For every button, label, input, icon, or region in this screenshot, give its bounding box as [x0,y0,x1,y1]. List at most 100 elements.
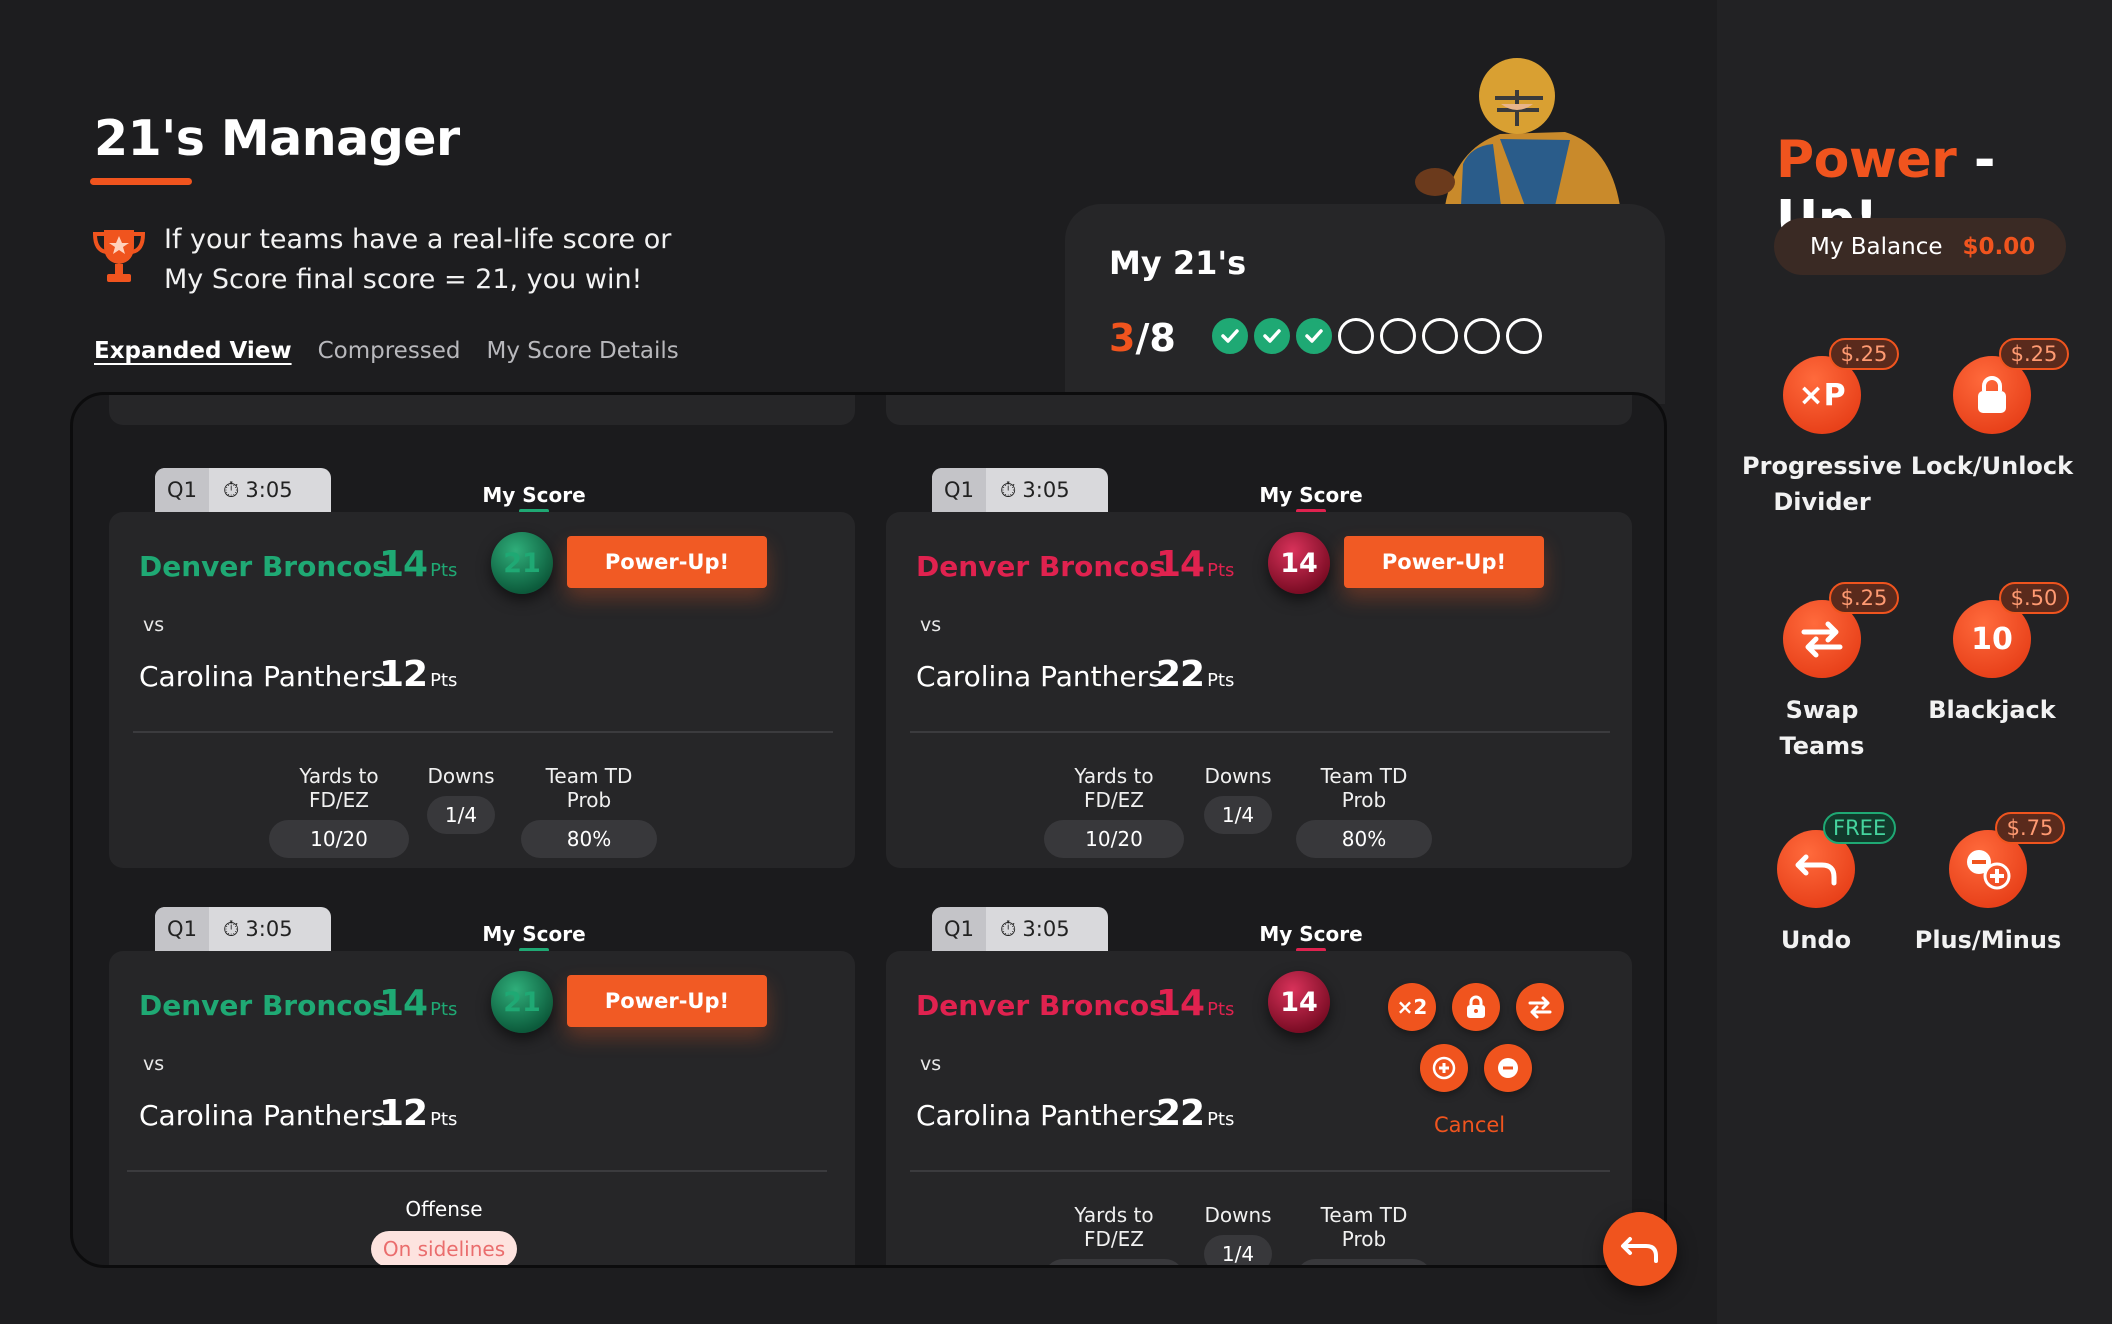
swap-icon [1528,996,1552,1019]
my-score-label: My Score [482,922,586,946]
stat-downs: Downs 1/4 [427,764,495,834]
powerup-undo[interactable]: FREE Undo [1726,812,1906,958]
team1-points: 14 Pts [1156,983,1235,1024]
vs-label: vs [920,1053,942,1075]
power-up-button[interactable]: Power-Up! [567,975,767,1027]
undo-floating-button[interactable] [1603,1212,1677,1286]
progress-dot-complete [1254,318,1290,354]
rules-line-2: My Score final score = 21, you win! [164,264,643,295]
team1-name: Denver Broncos [139,989,389,1022]
divider [910,1170,1610,1172]
swap-glyph [1801,621,1843,658]
check-icon [1221,329,1239,343]
quarter-tab: Q1 ⏱ 3:05 [932,907,1108,951]
my-score-ball: 21 [491,532,553,594]
quarter-label: Q1 [155,468,209,512]
stat-downs: Downs 1/4 [1204,764,1272,834]
vs-label: vs [143,614,165,636]
team2-name: Carolina Panthers [139,660,386,693]
progress-dot-empty [1380,318,1416,354]
stopwatch-icon: ⏱ [223,477,240,502]
page-title: 21's Manager [94,110,460,167]
plus-button[interactable] [1420,1044,1468,1092]
my-score-ball: 14 [1268,532,1330,594]
game-card-body: Denver Broncos 14 Pts 21 Power-Up! vs Car… [109,512,855,868]
quarter-label: Q1 [155,907,209,951]
football-player-illustration [1415,58,1620,206]
powerup-lock-unlock[interactable]: $.25 Lock/Unlock [1902,338,2082,484]
stat-td-prob: Team TD Prob80% [521,764,657,858]
blackjack-icon: 10 $.50 [1953,582,2069,678]
price-badge: $.25 [1829,582,1899,614]
game-card-body: Denver Broncos 14 Pts 14 ×2 Cancel vs Ca… [886,951,1632,1265]
team2-name: Carolina Panthers [916,1099,1163,1132]
game-clock: 3:05 [1022,917,1070,941]
team2-points: 12 Pts [379,654,458,695]
check-icon [1305,329,1323,343]
game-clock: 3:05 [1022,478,1070,502]
progress-dot-empty [1506,318,1542,354]
quarter-tab: Q1 ⏱ 3:05 [155,907,331,951]
game-card-body: Denver Broncos 14 Pts 14 Power-Up! vs Car… [886,512,1632,868]
powerup-progressive-divider[interactable]: ×P $.25 Progressive Divider [1732,338,1912,520]
price-badge: $.25 [1999,338,2069,370]
team2-points: 12 Pts [379,1093,458,1134]
team1-name: Denver Broncos [916,989,1166,1022]
team1-points: 14 Pts [379,544,458,585]
my21s-progress-dots [1212,318,1542,354]
powerup-swap-teams[interactable]: $.25 Swap Teams [1732,582,1912,764]
on-sidelines-pill: On sidelines [371,1231,517,1265]
progressive-divider-icon: ×P $.25 [1783,338,1899,434]
undo-icon [1621,1237,1658,1263]
multiply-x2-button[interactable]: ×2 [1388,983,1436,1031]
game-clock: 3:05 [245,917,293,941]
view-tabs: Expanded View Compressed My Score Detail… [94,338,679,364]
stat-yards: Yards to FD/EZ10/20 [1044,764,1184,858]
stat-yards: Yards to FD/EZ10/20 [1044,1203,1184,1265]
check-icon [1263,329,1281,343]
divider [910,731,1610,733]
swap-button[interactable] [1516,983,1564,1031]
game-clock: 3:05 [245,478,293,502]
tab-my-score-details[interactable]: My Score Details [487,338,679,364]
team1-name: Denver Broncos [139,550,389,583]
minus-button[interactable] [1484,1044,1532,1092]
plus-minus-glyph [1967,850,2011,890]
my21s-panel: My 21's 3/8 [1065,204,1665,404]
balance-pill: My Balance $0.00 [1774,218,2066,275]
quarter-tab: Q1 ⏱ 3:05 [155,468,331,512]
progress-dot-complete [1212,318,1248,354]
progress-dot-empty [1464,318,1500,354]
games-frame: Q1 ⏱ 3:05 My Score Denver Broncos 14 Pts 2… [70,392,1667,1268]
my21s-count: 3/8 [1109,316,1176,360]
power-up-button[interactable]: Power-Up! [1344,536,1544,588]
my-score-label: My Score [1259,483,1363,507]
my21s-won: 3 [1109,316,1136,360]
powerup-plus-minus[interactable]: $.75 Plus/Minus [1898,812,2078,958]
my-score-ball: 21 [491,971,553,1033]
offense-status: Offense On sidelines [334,1197,554,1265]
trophy-icon [92,230,146,282]
tab-compressed[interactable]: Compressed [318,338,461,364]
main-area: 21's Manager If your teams have a real-l… [0,0,1717,1324]
cancel-link[interactable]: Cancel [1434,1113,1505,1137]
stat-td-prob: Team TD Prob80% [1296,1203,1432,1265]
game-card-body: Denver Broncos 14 Pts 21 Power-Up! vs Car… [109,951,855,1265]
stopwatch-icon: ⏱ [1000,916,1017,941]
quarter-label: Q1 [932,468,986,512]
balance-value: $0.00 [1962,233,2036,260]
undo-glyph [1795,854,1837,886]
team2-points: 22 Pts [1156,1093,1235,1134]
undo-icon: FREE [1777,812,1897,908]
tab-expanded-view[interactable]: Expanded View [94,338,292,364]
plus-icon [1432,1056,1456,1080]
minus-icon [1498,1058,1518,1078]
lock-button[interactable] [1452,983,1500,1031]
powerup-blackjack[interactable]: 10 $.50 Blackjack [1902,582,2082,728]
my-score-ball: 14 [1268,971,1330,1033]
stat-yards: Yards to FD/EZ10/20 [269,764,409,858]
power-up-button[interactable]: Power-Up! [567,536,767,588]
my-score-label: My Score [482,483,586,507]
powerup-label: Lock/Unlock [1910,452,2074,480]
powerup-label: Blackjack [1928,696,2056,724]
